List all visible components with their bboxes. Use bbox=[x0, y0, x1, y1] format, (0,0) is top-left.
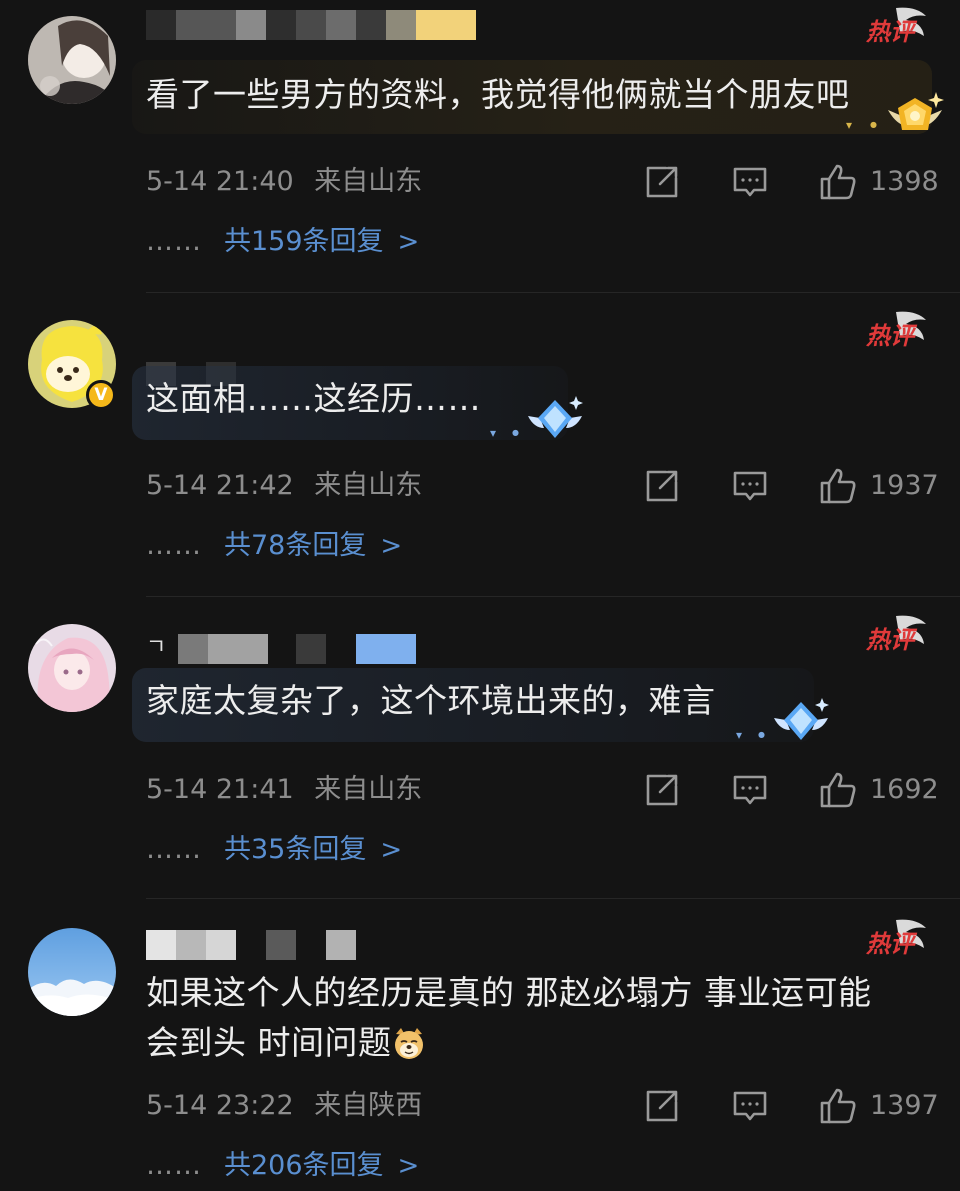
comment-location: 来自陕西 bbox=[314, 1090, 423, 1121]
comment-item: ㄱ 热评 家庭太复杂了，这个环境出来的，难言 ▾ ● 5-14 21:41 来自… bbox=[0, 604, 960, 898]
share-icon[interactable] bbox=[642, 1086, 682, 1126]
view-replies-link[interactable]: …… 共78条回复 > bbox=[146, 526, 402, 566]
hot-comment-badge: 热评 bbox=[865, 614, 928, 654]
avatar[interactable] bbox=[28, 624, 116, 712]
like-icon[interactable] bbox=[818, 770, 858, 810]
comment-text: 看了一些男方的资料，我觉得他俩就当个朋友吧 bbox=[146, 75, 850, 114]
more-dots: …… bbox=[146, 530, 202, 561]
like-count: 1937 bbox=[870, 470, 939, 501]
view-replies-link[interactable]: …… 共206条回复 > bbox=[146, 1146, 419, 1186]
like-icon[interactable] bbox=[818, 466, 858, 506]
comment-time: 5-14 21:40 bbox=[146, 166, 294, 197]
comment-icon[interactable] bbox=[730, 1086, 770, 1126]
chevron-right-icon: > bbox=[397, 227, 420, 257]
comment-location: 来自山东 bbox=[314, 166, 423, 197]
avatar[interactable] bbox=[28, 16, 116, 104]
verified-badge: V bbox=[86, 380, 116, 410]
username-prefix: ㄱ bbox=[146, 635, 167, 660]
divider bbox=[146, 292, 960, 293]
like-icon[interactable] bbox=[818, 1086, 858, 1126]
comment-text-line: 如果这个人的经历是真的 那赵必塌方 事业运可能 bbox=[146, 973, 872, 1012]
diamond-badge-icon bbox=[770, 696, 832, 752]
comment-icon[interactable] bbox=[730, 770, 770, 810]
comment-meta: 5-14 21:41 来自山东 bbox=[146, 772, 422, 808]
comment-item: V 热评 这面相……这经历…… ▾ ● 5-14 21:42 来自山东 1937… bbox=[0, 300, 960, 596]
doge-icon bbox=[392, 1024, 426, 1059]
like-count: 1397 bbox=[870, 1090, 939, 1121]
replies-count[interactable]: 共159条回复 bbox=[224, 226, 384, 257]
chevron-right-icon: > bbox=[380, 531, 403, 561]
share-icon[interactable] bbox=[642, 770, 682, 810]
hot-comment-badge: 热评 bbox=[865, 310, 928, 350]
replies-count[interactable]: 共35条回复 bbox=[224, 834, 366, 865]
comment-time: 5-14 21:41 bbox=[146, 774, 294, 805]
replies-count[interactable]: 共206条回复 bbox=[224, 1150, 384, 1181]
hot-comment-badge: 热评 bbox=[865, 918, 928, 958]
comment-meta: 5-14 21:40 来自山东 bbox=[146, 164, 422, 200]
hot-comment-badge: 热评 bbox=[865, 6, 928, 46]
comment-location: 来自山东 bbox=[314, 774, 423, 805]
hot-label: 热评 bbox=[866, 18, 918, 46]
sparkle-icon: ● bbox=[870, 120, 877, 129]
comment-location: 来自山东 bbox=[314, 470, 423, 501]
comment-item: 热评 看了一些男方的资料，我觉得他俩就当个朋友吧 ▾ ● 5-14 21:40 … bbox=[0, 0, 960, 292]
sparkle-icon: ▾ bbox=[846, 118, 853, 132]
more-dots: …… bbox=[146, 834, 202, 865]
chevron-right-icon: > bbox=[380, 835, 403, 865]
sparkle-icon: ▾ bbox=[490, 426, 497, 440]
share-icon[interactable] bbox=[642, 162, 682, 202]
comment-text-line: 会到头 时间问题 bbox=[146, 1023, 392, 1062]
comment-icon[interactable] bbox=[730, 162, 770, 202]
comment-meta: 5-14 21:42 来自山东 bbox=[146, 468, 422, 504]
like-icon[interactable] bbox=[818, 162, 858, 202]
replies-count[interactable]: 共78条回复 bbox=[224, 530, 366, 561]
hot-label: 热评 bbox=[866, 626, 918, 654]
divider bbox=[146, 596, 960, 597]
like-count: 1692 bbox=[870, 774, 939, 805]
hot-label: 热评 bbox=[866, 322, 918, 350]
view-replies-link[interactable]: …… 共159条回复 > bbox=[146, 222, 419, 262]
like-count: 1398 bbox=[870, 166, 939, 197]
gold-medal-icon bbox=[884, 90, 946, 146]
sparkle-icon: ▾ bbox=[736, 728, 743, 742]
view-replies-link[interactable]: …… 共35条回复 > bbox=[146, 830, 402, 870]
diamond-badge-icon bbox=[524, 394, 586, 450]
comment-meta: 5-14 23:22 来自陕西 bbox=[146, 1088, 422, 1124]
comment-icon[interactable] bbox=[730, 466, 770, 506]
comment-text: 如果这个人的经历是真的 那赵必塌方 事业运可能 会到头 时间问题 bbox=[146, 968, 910, 1068]
more-dots: …… bbox=[146, 1150, 202, 1181]
avatar[interactable] bbox=[28, 928, 116, 1016]
comment-item: 热评 如果这个人的经历是真的 那赵必塌方 事业运可能 会到头 时间问题 5-14… bbox=[0, 906, 960, 1191]
more-dots: …… bbox=[146, 226, 202, 257]
hot-label: 热评 bbox=[866, 930, 918, 958]
comment-time: 5-14 21:42 bbox=[146, 470, 294, 501]
share-icon[interactable] bbox=[642, 466, 682, 506]
sparkle-icon: ● bbox=[512, 428, 519, 437]
sparkle-icon: ● bbox=[758, 730, 765, 739]
divider bbox=[146, 898, 960, 899]
chevron-right-icon: > bbox=[397, 1151, 420, 1181]
comment-time: 5-14 23:22 bbox=[146, 1090, 294, 1121]
